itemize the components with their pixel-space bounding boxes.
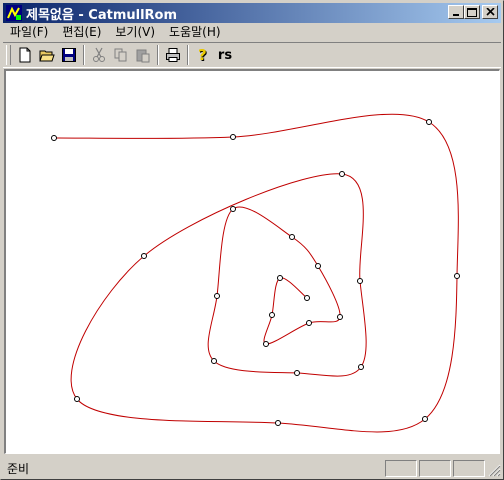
control-point[interactable] [454,273,460,279]
control-point[interactable] [277,275,283,281]
menu-help[interactable]: 도움말(H) [162,23,228,42]
resize-grip-icon[interactable] [487,463,501,477]
control-point[interactable] [315,263,321,269]
control-point[interactable] [275,420,281,426]
menu-view[interactable]: 보기(V) [108,23,162,42]
help-question-icon: ?? [198,47,208,63]
status-panel [453,459,485,477]
close-button[interactable] [482,5,498,19]
minimize-button[interactable] [448,5,464,19]
status-panel [385,459,417,477]
control-point[interactable] [51,135,57,141]
close-icon [485,8,495,16]
menu-edit[interactable]: 편집(E) [55,23,108,42]
control-point[interactable] [141,253,147,259]
control-point[interactable] [422,416,428,422]
control-point[interactable] [358,364,364,370]
control-point[interactable] [426,119,432,125]
save-icon [62,48,76,62]
save-button[interactable] [58,44,80,66]
printer-icon [166,48,180,62]
control-point[interactable] [263,341,269,347]
minimize-icon [453,14,459,16]
catmull-rom-curve[interactable] [6,71,499,453]
toolbar-separator [187,45,189,65]
folder-open-icon [39,50,55,62]
new-file-icon [19,47,31,63]
help-button[interactable]: ?? [192,44,214,66]
control-point[interactable] [269,312,275,318]
control-point[interactable] [294,370,300,376]
paste-button[interactable] [132,44,154,66]
window-title: 제목없음 - CatmullRom [26,7,178,23]
app-icon [6,5,22,21]
toolbar-separator [157,45,159,65]
rs-button-label: rs [217,47,233,63]
control-point[interactable] [74,396,80,402]
toolbar-grip[interactable] [6,45,11,65]
rs-button[interactable]: rs [214,44,236,66]
title-bar[interactable]: 제목없음 - CatmullRom [3,3,501,23]
open-file-button[interactable] [36,44,58,66]
cut-button[interactable] [88,44,110,66]
status-text: 준비 [7,461,30,476]
maximize-button[interactable] [464,5,480,19]
control-point[interactable] [339,171,345,177]
curve-path [53,113,459,433]
toolbar: ?? rs [3,42,501,68]
control-point[interactable] [306,320,312,326]
scissors-icon [93,47,105,62]
control-point[interactable] [289,234,295,240]
status-panel [419,459,451,477]
control-point[interactable] [230,134,236,140]
toolbar-separator [83,45,85,65]
copy-button[interactable] [110,44,132,66]
menu-file[interactable]: 파일(F) [3,23,55,42]
print-button[interactable] [162,44,184,66]
menu-bar: 파일(F) 편집(E) 보기(V) 도움말(H) [3,23,501,42]
control-point[interactable] [214,293,220,299]
control-point[interactable] [357,278,363,284]
control-point[interactable] [230,206,236,212]
control-point[interactable] [211,358,217,364]
drawing-canvas[interactable] [4,69,500,454]
control-point[interactable] [337,314,343,320]
status-bar: 준비 [3,457,501,479]
maximize-icon [467,7,477,17]
app-window: 제목없음 - CatmullRom 파일(F) 편집(E) 보기(V) 도움말(… [0,0,504,480]
new-file-button[interactable] [14,44,36,66]
copy-icon [114,48,127,62]
svg-text:?: ? [198,47,207,63]
control-point[interactable] [304,295,310,301]
paste-icon [136,49,150,63]
